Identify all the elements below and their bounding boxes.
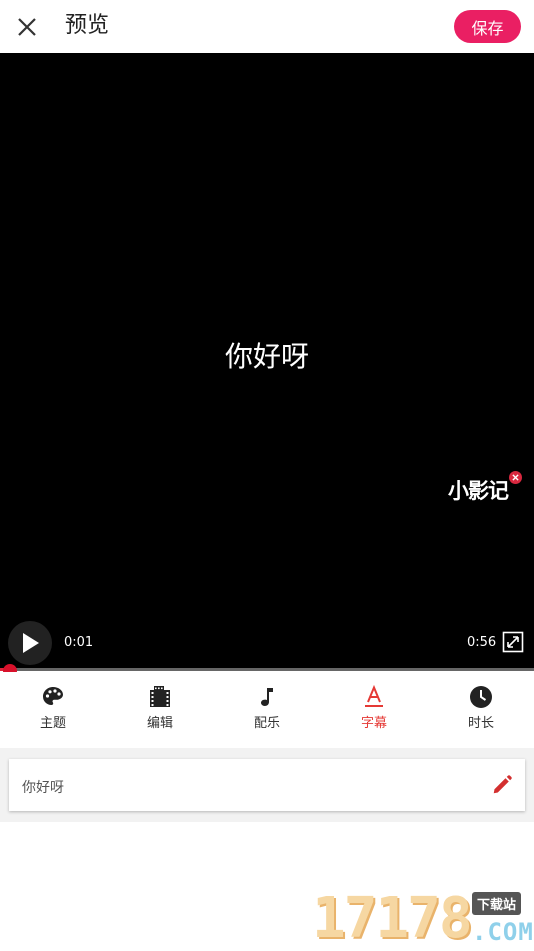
site-watermark-suffix: .COM: [472, 918, 534, 946]
pencil-icon: [493, 775, 512, 794]
site-watermark-number: 17178: [312, 886, 473, 951]
top-bar: 预览 保存: [0, 0, 534, 53]
tab-label: 时长: [467, 716, 494, 731]
tool-tabs: 主题 编辑 配乐 字幕 时长: [0, 672, 534, 748]
edit-caption-button[interactable]: [489, 772, 515, 798]
clock-icon: [468, 684, 494, 710]
page-title: 预览: [65, 13, 110, 38]
caption-text: 你好呀: [22, 780, 64, 796]
app-watermark: 小影记: [448, 471, 522, 511]
play-button[interactable]: [8, 621, 52, 665]
tab-label: 编辑: [146, 716, 173, 731]
caption-item[interactable]: 你好呀: [9, 759, 525, 811]
save-button[interactable]: 保存: [454, 10, 521, 43]
site-watermark-badge: 下载站: [472, 892, 522, 915]
text-a-icon: [361, 684, 387, 710]
progress-bar[interactable]: [0, 668, 534, 671]
palette-icon: [40, 684, 66, 710]
watermark-text: 小影记: [448, 479, 509, 503]
play-icon: [23, 633, 39, 653]
close-icon: [18, 18, 36, 36]
fullscreen-icon: [502, 631, 524, 653]
fullscreen-button[interactable]: [502, 631, 524, 653]
tab-duration[interactable]: 时长: [428, 672, 534, 748]
tab-music[interactable]: 配乐: [214, 672, 320, 748]
current-time: 0:01: [64, 635, 94, 650]
tab-label: 字幕: [360, 716, 387, 731]
music-note-icon: [254, 684, 280, 710]
tab-label: 主题: [39, 716, 66, 731]
video-preview[interactable]: 你好呀 小影记 0:01 0:56: [0, 53, 534, 678]
video-subtitle: 你好呀: [224, 340, 309, 373]
tab-edit[interactable]: 编辑: [107, 672, 213, 748]
tab-subtitle[interactable]: 字幕: [321, 672, 427, 748]
close-icon: [512, 474, 519, 481]
site-watermark: 17178 下载站 .COM: [312, 888, 534, 950]
film-icon: [147, 684, 173, 710]
close-button[interactable]: [10, 10, 44, 44]
remove-watermark-button[interactable]: [509, 471, 522, 484]
total-time: 0:56: [467, 635, 497, 650]
tab-label: 配乐: [253, 716, 280, 731]
tab-theme[interactable]: 主题: [0, 672, 106, 748]
